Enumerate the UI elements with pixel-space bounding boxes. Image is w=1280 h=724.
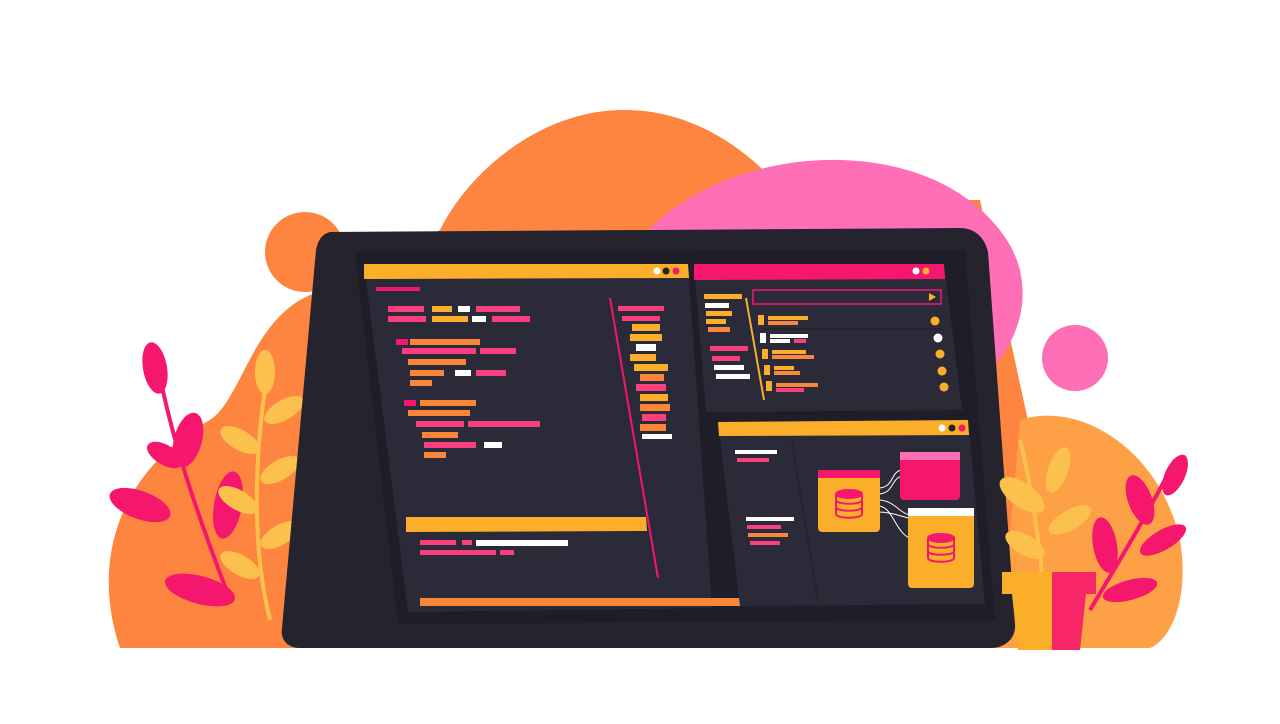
window-controls-icon — [653, 267, 680, 275]
check-circle-icon[interactable] — [935, 349, 945, 359]
output-node[interactable] — [900, 452, 960, 500]
code-editor-titlebar — [364, 264, 689, 279]
pink-circle — [1042, 325, 1108, 391]
tasks-titlebar — [694, 264, 945, 280]
database-node[interactable] — [908, 508, 974, 588]
window-controls-icon — [912, 267, 940, 275]
check-circle-icon[interactable] — [937, 366, 947, 376]
check-circle-icon[interactable] — [933, 333, 943, 343]
code-editor-panel — [364, 264, 740, 612]
tasks-panel — [694, 264, 962, 412]
illustration-canvas — [108, 109, 1188, 650]
database-node[interactable] — [818, 470, 880, 532]
check-circle-icon[interactable] — [939, 382, 949, 392]
window-controls-icon — [938, 424, 966, 432]
tablet-device — [281, 228, 1016, 648]
database-panel — [718, 420, 985, 606]
check-circle-icon[interactable] — [930, 316, 940, 326]
database-titlebar — [718, 420, 969, 436]
